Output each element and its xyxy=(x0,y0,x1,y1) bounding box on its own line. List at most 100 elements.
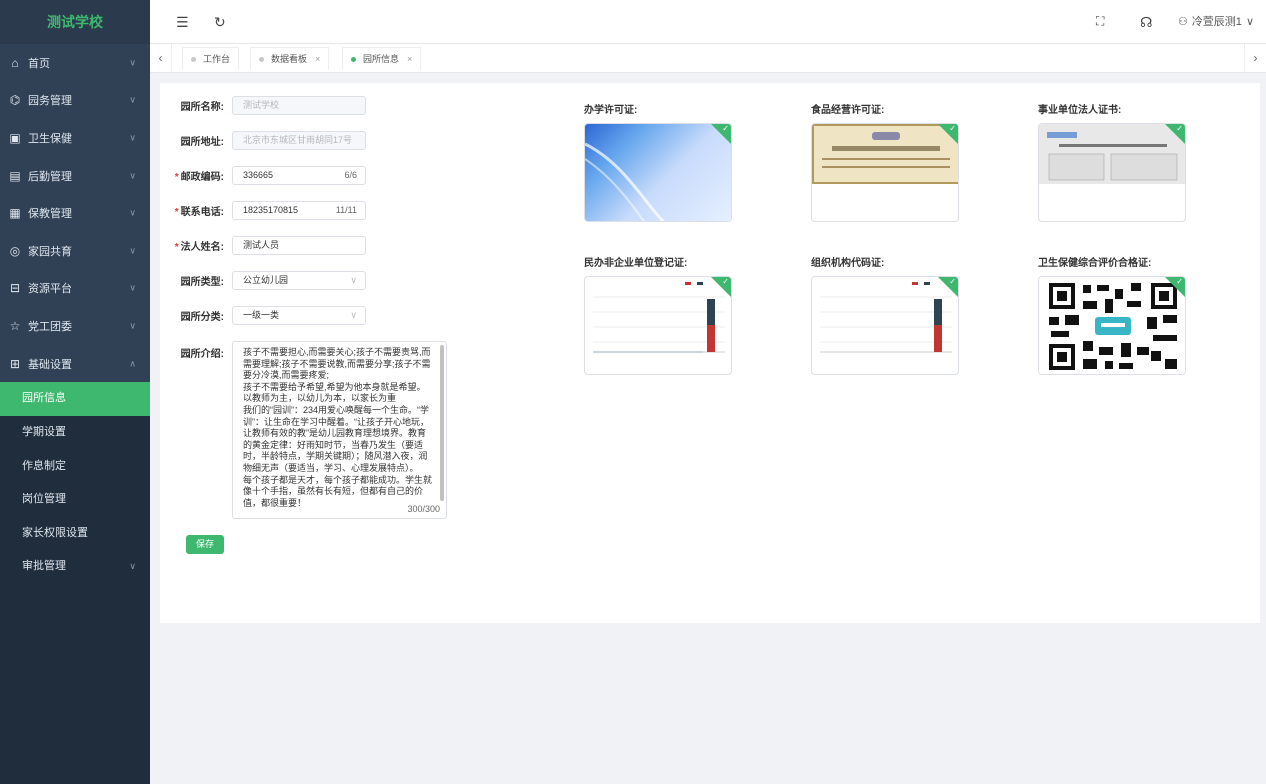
support-headset-icon[interactable]: ☊ xyxy=(1140,14,1152,31)
submenu-item-3[interactable]: 岗位管理 xyxy=(0,483,150,517)
party-icon: ☆ xyxy=(9,318,21,333)
submenu-item-label: 岗位管理 xyxy=(22,493,66,506)
cert-title: 办学许可证: xyxy=(584,105,638,116)
tabs-bar: ‹ 工作台 数据看板 × 园所信息 × › xyxy=(150,44,1266,73)
cert-title: 事业单位法人证书: xyxy=(1038,105,1122,116)
check-icon: ✓ xyxy=(722,277,729,286)
form-row-intro: 园所介绍: 孩子不需要担心,而需要关心;孩子不需要责骂,而需要理解;孩子不需要说… xyxy=(160,341,447,519)
decorative-curves xyxy=(585,142,666,221)
field-label: 园所类型: xyxy=(180,277,224,288)
cert-title: 食品经营许可证: xyxy=(811,105,885,116)
sidebar-item-0[interactable]: ⌂ 首页 ∨ xyxy=(0,44,150,82)
required-mark: * xyxy=(174,207,179,218)
close-icon[interactable]: × xyxy=(407,54,412,64)
legal-person-input[interactable]: 测试人员 xyxy=(232,236,366,255)
chevron-icon: ∨ xyxy=(129,170,136,181)
qr-code-image xyxy=(1039,277,1185,374)
tab-label: 数据看板 xyxy=(271,54,308,64)
sidebar-item-7[interactable]: ☆ 党工团委 ∨ xyxy=(0,307,150,345)
field-label: 园所分类: xyxy=(180,312,224,323)
food-license-image[interactable]: ✓ xyxy=(811,123,959,222)
phone-input[interactable]: 18235170815 11/11 xyxy=(232,201,366,220)
submenu-item-4[interactable]: 家长权限设置 xyxy=(0,517,150,551)
sidebar-menu: ⌂ 首页 ∨ ⌬ 园务管理 ∨ ▣ 卫生保健 ∨ ▤ 后勤管理 ∨ ▦ 保教管理 ∨ ◎ 家园共育 ∨ ⊟ 资源平台 ∨… xyxy=(0,44,150,784)
postcode-input[interactable]: 336665 6/6 xyxy=(232,166,366,185)
textarea-scrollbar[interactable] xyxy=(440,345,444,501)
label-text: 法人姓名: xyxy=(180,242,224,253)
chevron-icon: ∨ xyxy=(129,57,136,68)
resource-icon: ⊟ xyxy=(9,281,21,296)
form-row-name: 园所名称: 测试学校 xyxy=(160,96,366,115)
sidebar-item-5[interactable]: ◎ 家园共育 ∨ xyxy=(0,232,150,270)
school-license-image[interactable]: ✓ xyxy=(584,123,732,222)
bottom-strip xyxy=(150,623,1266,628)
school-intro-textarea[interactable]: 孩子不需要担心,而需要关心;孩子不需要责骂,而需要理解;孩子不需要说教,而需要分… xyxy=(232,341,447,519)
submenu-item-0[interactable]: 园所信息 xyxy=(0,382,150,416)
submenu-item-5[interactable]: 审批管理 ∨ xyxy=(0,550,150,584)
tab-school-info[interactable]: 园所信息 × xyxy=(342,47,422,70)
chevron-icon: ∧ xyxy=(129,358,136,369)
sidebar: 测试学校 ⌂ 首页 ∨ ⌬ 园务管理 ∨ ▣ 卫生保健 ∨ ▤ 后勤管理 ∨ ▦ 保教管理 ∨ ◎ 家园共育 ∨ ⊟… xyxy=(0,0,150,784)
submenu-item-label: 审批管理 xyxy=(22,560,66,573)
tab-status-dot xyxy=(351,57,356,62)
input-value: 测试人员 xyxy=(243,240,280,250)
chevron-icon: ∨ xyxy=(129,282,136,293)
sidebar-item-label: 家园共育 xyxy=(28,245,72,258)
tab-status-dot xyxy=(191,57,196,62)
settings-grid-icon: ⊞ xyxy=(9,356,21,371)
school-name-input[interactable]: 测试学校 xyxy=(232,96,366,115)
user-name: 冷萱辰测1 xyxy=(1191,16,1242,28)
sidebar-item-3[interactable]: ▤ 后勤管理 ∨ xyxy=(0,157,150,195)
non-enterprise-cert-image[interactable]: ✓ xyxy=(584,276,732,375)
form-row-address: 园所地址: 北京市东城区甘雨胡同17号 xyxy=(160,131,366,150)
sidebar-filler xyxy=(0,583,150,784)
chevron-icon: ∨ xyxy=(129,132,136,143)
chevron-down-icon: ∨ xyxy=(350,310,357,320)
sidebar-item-2[interactable]: ▣ 卫生保健 ∨ xyxy=(0,119,150,157)
select-value: 公立幼儿园 xyxy=(243,275,289,285)
tabs-scroll-left-icon[interactable]: ‹ xyxy=(150,44,172,73)
sidebar-item-label: 首页 xyxy=(28,57,50,70)
sidebar-item-4[interactable]: ▦ 保教管理 ∨ xyxy=(0,194,150,232)
health-cert-image[interactable]: ✓ xyxy=(1038,276,1186,375)
tab-workbench[interactable]: 工作台 xyxy=(182,47,240,70)
cert-title: 卫生保健综合评价合格证: xyxy=(1038,258,1152,269)
sidebar-item-1[interactable]: ⌬ 园务管理 ∨ xyxy=(0,82,150,120)
chart-thumbnail xyxy=(585,277,731,374)
field-label: * 法人姓名: xyxy=(160,238,232,253)
sidebar-item-8[interactable]: ⊞ 基础设置 ∧ xyxy=(0,345,150,383)
legal-person-cert-image[interactable]: ✓ xyxy=(1038,123,1186,222)
chevron-icon: ∨ xyxy=(129,207,136,218)
fullscreen-icon[interactable]: ⛶ xyxy=(1096,14,1104,29)
submenu-item-2[interactable]: 作息制定 xyxy=(0,450,150,484)
save-button[interactable]: 保存 xyxy=(186,535,224,554)
tab-dashboard[interactable]: 数据看板 × xyxy=(250,47,330,70)
form-row-type: 园所类型: 公立幼儿园 ∨ xyxy=(160,271,366,290)
refresh-icon[interactable]: ↻ xyxy=(214,14,226,31)
education-icon: ▦ xyxy=(9,206,21,221)
sidebar-item-6[interactable]: ⊟ 资源平台 ∨ xyxy=(0,270,150,308)
school-address-input[interactable]: 北京市东城区甘雨胡同17号 xyxy=(232,131,366,150)
school-category-select[interactable]: 一级一类 ∨ xyxy=(232,306,366,325)
school-type-select[interactable]: 公立幼儿园 ∨ xyxy=(232,271,366,290)
input-value: 测试学校 xyxy=(243,100,280,110)
logistics-icon: ▤ xyxy=(9,168,21,183)
form-row-category: 园所分类: 一级一类 ∨ xyxy=(160,306,366,325)
top-bar: ☰ ↻ ⛶ ☊ ⚇ 冷萱辰测1 ∨ xyxy=(150,0,1266,44)
sidebar-item-label: 基础设置 xyxy=(28,358,72,371)
chevron-icon: ∨ xyxy=(129,245,136,256)
chevron-icon: ∨ xyxy=(129,94,136,105)
user-menu[interactable]: ⚇ 冷萱辰测1 ∨ xyxy=(1178,13,1254,29)
org-code-cert-image[interactable]: ✓ xyxy=(811,276,959,375)
char-count: 300/300 xyxy=(407,504,440,516)
submenu-item-1[interactable]: 学期设置 xyxy=(0,416,150,450)
select-value: 一级一类 xyxy=(243,310,280,320)
char-count: 6/6 xyxy=(344,170,357,180)
collapse-menu-icon[interactable]: ☰ xyxy=(176,14,189,31)
close-icon[interactable]: × xyxy=(315,54,320,64)
submenu-item-label: 学期设置 xyxy=(22,425,66,438)
field-label: * 联系电话: xyxy=(160,203,232,218)
tabs-scroll-right-icon[interactable]: › xyxy=(1244,44,1266,73)
textarea-content: 孩子不需要担心,而需要关心;孩子不需要责骂,而需要理解;孩子不需要说教,而需要分… xyxy=(243,347,433,508)
tab-status-dot xyxy=(259,57,264,62)
